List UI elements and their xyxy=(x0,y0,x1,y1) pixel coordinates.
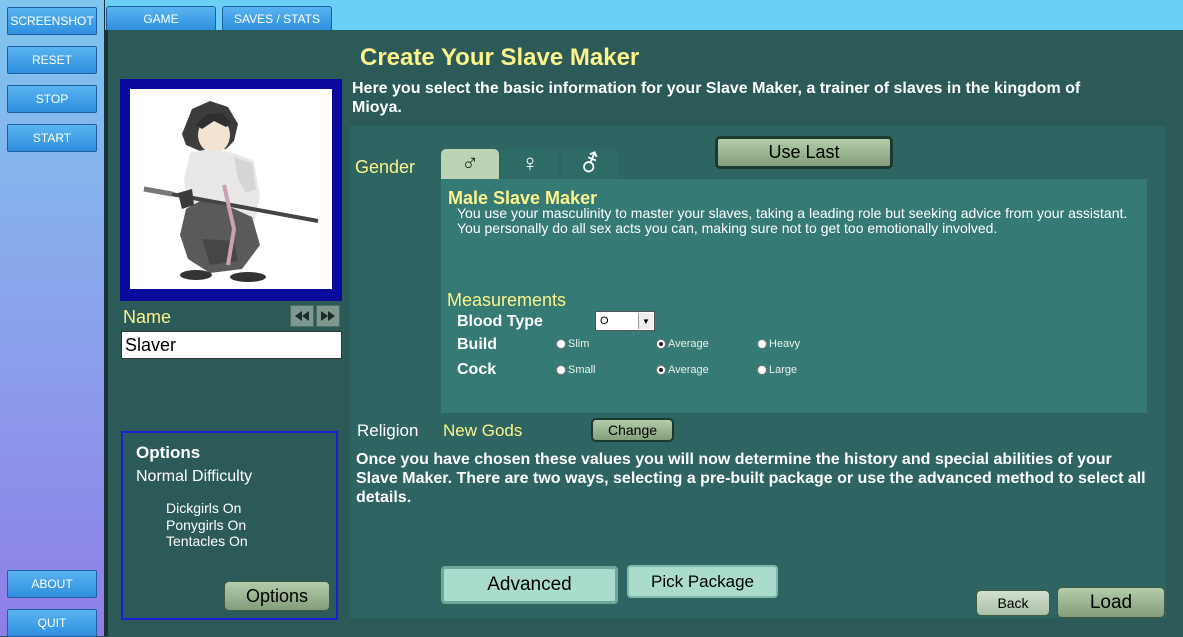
religion-value: New Gods xyxy=(443,421,523,440)
intro-text: Here you select the basic information fo… xyxy=(352,80,1081,116)
tab-saves-stats[interactable]: SAVES / STATS xyxy=(222,6,332,30)
blood-type-select[interactable]: O ▼ xyxy=(595,311,655,331)
build-option-label: Slim xyxy=(568,338,590,350)
back-button[interactable]: Back xyxy=(976,590,1050,616)
chevron-down-icon: ▼ xyxy=(638,313,653,329)
cock-option-large[interactable]: Large xyxy=(757,364,797,376)
portrait-frame xyxy=(120,79,342,301)
radio-icon xyxy=(556,365,566,375)
load-button[interactable]: Load xyxy=(1057,587,1165,618)
cock-label: Cock xyxy=(457,361,497,378)
radio-selected-icon xyxy=(656,339,666,349)
build-option-slim[interactable]: Slim xyxy=(556,338,589,350)
religion-label: Religion xyxy=(357,421,419,440)
gender-label: Gender xyxy=(355,157,416,177)
cock-option-label: Average xyxy=(668,364,709,376)
about-button[interactable]: ABOUT xyxy=(7,570,97,598)
advanced-button[interactable]: Advanced xyxy=(441,566,618,604)
gender-description: You use your masculinity to master your … xyxy=(457,205,1128,236)
screenshot-button[interactable]: SCREENSHOT xyxy=(7,7,97,35)
name-input[interactable] xyxy=(121,331,342,359)
character-illustration xyxy=(143,101,319,282)
use-last-button[interactable]: Use Last xyxy=(715,136,893,169)
blood-type-label: Blood Type xyxy=(457,313,543,330)
female-icon: ♀ xyxy=(521,150,539,177)
tab-gender-male[interactable]: ♂ xyxy=(441,149,499,179)
rewind-icon xyxy=(295,311,309,321)
male-icon: ♂ xyxy=(461,150,479,177)
cock-option-average[interactable]: Average xyxy=(656,364,709,376)
options-button[interactable]: Options xyxy=(224,581,330,611)
radio-selected-icon xyxy=(656,365,666,375)
next-portrait-button[interactable] xyxy=(316,305,340,327)
pick-package-button[interactable]: Pick Package xyxy=(627,565,778,598)
option-dickgirls: Dickgirls On xyxy=(166,500,242,516)
blood-type-value: O xyxy=(600,315,609,327)
name-label: Name xyxy=(123,307,172,327)
build-option-label: Average xyxy=(668,338,709,350)
difficulty-text: Normal Difficulty xyxy=(136,468,253,485)
hermaphrodite-icon: ⚦ xyxy=(579,150,601,178)
cock-option-small[interactable]: Small xyxy=(556,364,596,376)
fast-forward-icon xyxy=(321,311,335,321)
measurements-title: Measurements xyxy=(447,290,567,310)
radio-icon xyxy=(757,365,767,375)
build-label: Build xyxy=(457,336,497,353)
start-button[interactable]: START xyxy=(7,124,97,152)
tab-gender-female[interactable]: ♀ xyxy=(501,149,559,179)
quit-button[interactable]: QUIT xyxy=(7,609,97,637)
radio-icon xyxy=(757,339,767,349)
cock-option-label: Small xyxy=(568,364,596,376)
instructions-text: Once you have chosen these values you wi… xyxy=(356,451,1146,506)
prev-portrait-button[interactable] xyxy=(290,305,314,327)
option-tentacles: Tentacles On xyxy=(166,533,248,549)
stop-button[interactable]: STOP xyxy=(7,85,97,113)
reset-button[interactable]: RESET xyxy=(7,46,97,74)
option-ponygirls: Ponygirls On xyxy=(166,517,247,533)
radio-icon xyxy=(556,339,566,349)
tab-gender-futa[interactable]: ⚦ xyxy=(561,149,619,179)
build-option-heavy[interactable]: Heavy xyxy=(757,338,800,350)
page-title: Create Your Slave Maker xyxy=(360,44,640,71)
change-religion-button[interactable]: Change xyxy=(591,418,674,442)
character-portrait xyxy=(130,89,332,289)
cock-option-label: Large xyxy=(769,364,798,376)
build-option-average[interactable]: Average xyxy=(656,338,709,350)
tab-game[interactable]: GAME xyxy=(106,6,216,30)
options-title: Options xyxy=(136,443,201,462)
build-option-label: Heavy xyxy=(769,338,801,350)
